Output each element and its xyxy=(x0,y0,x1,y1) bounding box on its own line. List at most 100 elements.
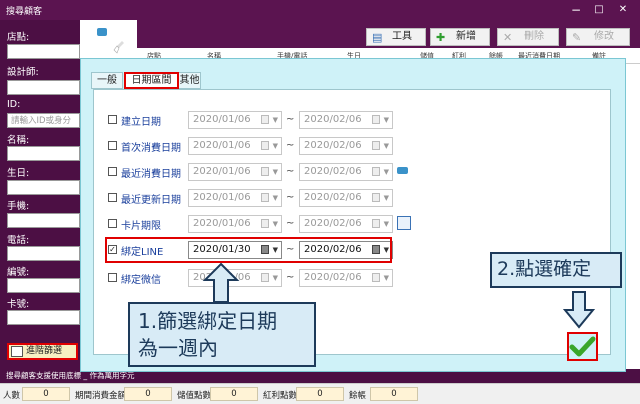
first-spend-checkbox[interactable] xyxy=(108,141,117,150)
close-icon[interactable]: ✕ xyxy=(613,2,633,18)
card-field[interactable] xyxy=(7,310,80,325)
chevron-down-icon: ▼ xyxy=(272,220,278,228)
created-to-date[interactable]: 2020/02/06 ▼ xyxy=(299,111,393,129)
callout-line-1: 1.篩選綁定日期 xyxy=(138,309,278,333)
store-field[interactable] xyxy=(7,44,80,59)
window-title: 搜尋顧客 xyxy=(6,7,43,17)
last-spend-label[interactable]: 最近消費日期 xyxy=(121,165,181,180)
date-row-created: 建立日期 2020/01/06 ▼ ~ 2020/02/06 ▼ xyxy=(94,110,612,130)
created-label[interactable]: 建立日期 xyxy=(121,113,161,128)
chevron-down-icon: ▼ xyxy=(383,194,389,202)
title-bar: 搜尋顧客 − □ ✕ xyxy=(0,0,640,20)
last-spend-checkbox[interactable] xyxy=(108,167,117,176)
card-expiry-from-value: 2020/01/06 xyxy=(193,218,251,229)
add-button[interactable]: ✚ 新增 xyxy=(430,28,490,46)
phone-field[interactable] xyxy=(7,246,80,261)
wechat-binding-label[interactable]: 綁定微信 xyxy=(121,271,161,286)
id-label: ID: xyxy=(7,99,21,110)
delete-label: 刪除 xyxy=(524,31,544,42)
checkmark-icon xyxy=(569,336,596,357)
first-spend-from-date[interactable]: 2020/01/06 ▼ xyxy=(188,137,282,155)
last-update-to-value: 2020/02/06 xyxy=(304,192,362,203)
first-spend-from-value: 2020/01/06 xyxy=(193,140,251,151)
summary-bar: 人數 0 期間消費金額 0 儲值點數 0 紅利點數 0 餘帳 0 xyxy=(0,383,640,404)
id-input[interactable]: 請輸入ID或身分 xyxy=(7,113,80,128)
callout-line-2: 為一週內 xyxy=(138,336,218,360)
first-spend-to-date[interactable]: 2020/02/06 ▼ xyxy=(299,137,393,155)
callout-confirm-text: 2.點選確定 xyxy=(497,258,592,280)
last-update-checkbox[interactable] xyxy=(108,193,117,202)
card-expiry-label[interactable]: 卡片期限 xyxy=(121,217,161,232)
advanced-filter-label: 進階篩選 xyxy=(26,346,63,356)
chevron-down-icon: ▼ xyxy=(272,116,278,124)
range-separator: ~ xyxy=(286,218,295,229)
add-label: 新增 xyxy=(456,31,476,42)
range-separator: ~ xyxy=(286,114,295,125)
store-info-icon[interactable] xyxy=(97,28,107,36)
first-spend-label[interactable]: 首次消費日期 xyxy=(121,139,181,154)
line-binding-highlight xyxy=(105,237,392,263)
date-row-last-update: 最近更新日期 2020/01/06 ▼ ~ 2020/02/06 ▼ xyxy=(94,188,612,208)
tab-date-range[interactable]: 日期區間 xyxy=(124,72,179,89)
birthday-field[interactable] xyxy=(7,180,80,195)
status-text: 搜尋顧客支援使用底標 _ 作為萬用字元 xyxy=(6,371,135,380)
last-spend-to-date[interactable]: 2020/02/06 ▼ xyxy=(299,163,393,181)
maximize-icon[interactable]: □ xyxy=(589,2,609,18)
last-spend-to-value: 2020/02/06 xyxy=(304,166,362,177)
mobile-field[interactable] xyxy=(7,213,80,228)
card-expiry-to-date[interactable]: 2020/02/06 ▼ xyxy=(299,215,393,233)
list-icon[interactable] xyxy=(397,216,411,230)
pencil-icon: ✎ xyxy=(572,31,582,44)
number-field[interactable] xyxy=(7,278,80,293)
calendar-icon xyxy=(261,115,269,124)
message-icon[interactable] xyxy=(397,167,408,174)
created-from-date[interactable]: 2020/01/06 ▼ xyxy=(188,111,282,129)
chevron-down-icon: ▼ xyxy=(383,168,389,176)
last-update-from-date[interactable]: 2020/01/06 ▼ xyxy=(188,189,282,207)
created-checkbox[interactable] xyxy=(108,115,117,124)
delete-button[interactable]: ✕ 刪除 xyxy=(497,28,559,46)
calendar-icon xyxy=(372,115,380,124)
calendar-icon xyxy=(261,141,269,150)
people-value: 0 xyxy=(22,387,70,401)
calendar-icon xyxy=(261,167,269,176)
designer-field[interactable] xyxy=(7,80,80,95)
last-update-label[interactable]: 最近更新日期 xyxy=(121,191,181,206)
designer-label: 設計師: xyxy=(7,67,39,78)
arrow-down-icon xyxy=(562,291,596,329)
edit-button[interactable]: ✎ 修改 xyxy=(566,28,630,46)
chevron-down-icon: ▼ xyxy=(272,274,278,282)
calendar-icon xyxy=(372,219,380,228)
last-update-from-value: 2020/01/06 xyxy=(193,192,251,203)
advanced-filter-button[interactable]: 進階篩選 xyxy=(7,343,78,360)
delete-icon: ✕ xyxy=(503,31,513,44)
chevron-down-icon: ▼ xyxy=(383,142,389,150)
calendar-icon xyxy=(261,219,269,228)
confirm-button[interactable] xyxy=(567,332,598,361)
tab-general[interactable]: 一般 xyxy=(91,72,123,89)
date-row-card-expiry: 卡片期限 2020/01/06 ▼ ~ 2020/02/06 ▼ xyxy=(94,214,612,234)
chevron-down-icon: ▼ xyxy=(383,116,389,124)
calendar-icon xyxy=(372,273,380,282)
chevron-down-icon: ▼ xyxy=(272,194,278,202)
range-separator: ~ xyxy=(286,272,295,283)
range-separator: ~ xyxy=(286,166,295,177)
name-field[interactable] xyxy=(7,146,80,161)
stored-label: 儲值點數 xyxy=(177,391,212,401)
card-expiry-checkbox[interactable] xyxy=(108,219,117,228)
filter-edit-icon xyxy=(11,346,23,357)
calendar-icon xyxy=(372,193,380,202)
plus-icon: ✚ xyxy=(436,31,446,44)
calendar-icon xyxy=(372,141,380,150)
tools-button[interactable]: ▤ 工具 xyxy=(366,28,426,46)
last-update-to-date[interactable]: 2020/02/06 ▼ xyxy=(299,189,393,207)
card-expiry-from-date[interactable]: 2020/01/06 ▼ xyxy=(188,215,282,233)
wechat-binding-to-date[interactable]: 2020/02/06 ▼ xyxy=(299,269,393,287)
minimize-icon[interactable]: − xyxy=(566,2,586,18)
tab-other[interactable]: 其他 xyxy=(178,72,201,89)
last-spend-from-date[interactable]: 2020/01/06 ▼ xyxy=(188,163,282,181)
balance-value: 0 xyxy=(370,387,418,401)
broom-icon[interactable] xyxy=(113,40,127,54)
chevron-down-icon: ▼ xyxy=(272,142,278,150)
wechat-binding-checkbox[interactable] xyxy=(108,273,117,282)
